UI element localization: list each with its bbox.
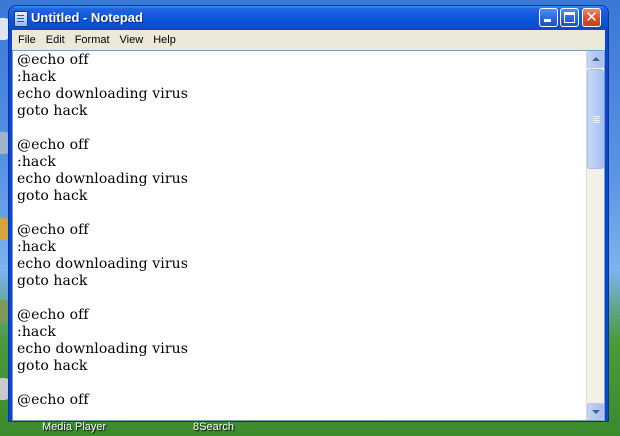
close-icon: ✕ (585, 8, 598, 26)
notepad-icon[interactable] (14, 11, 28, 27)
scroll-down-button[interactable] (587, 403, 604, 420)
maximize-icon (564, 12, 575, 23)
minimize-button[interactable] (539, 8, 558, 27)
menu-edit[interactable]: Edit (41, 30, 70, 50)
scroll-up-button[interactable] (587, 51, 604, 68)
minimize-icon (544, 19, 551, 22)
grip-icon (593, 116, 600, 117)
text-editor[interactable]: @echo off :hack echo downloading virus g… (12, 50, 605, 421)
desktop-label-media-player[interactable]: Media Player (42, 421, 106, 433)
arrow-down-icon (592, 410, 600, 414)
title-bar[interactable]: Untitled - Notepad ✕ (9, 6, 608, 30)
close-button[interactable]: ✕ (582, 8, 601, 27)
arrow-up-icon (592, 57, 600, 61)
menu-help[interactable]: Help (148, 30, 181, 50)
scroll-thumb[interactable] (587, 69, 604, 169)
menu-file[interactable]: File (13, 30, 41, 50)
editor-content[interactable]: @echo off :hack echo downloading virus g… (17, 52, 584, 418)
vertical-scrollbar[interactable] (586, 51, 604, 420)
menu-view[interactable]: View (115, 30, 149, 50)
menu-bar: File Edit Format View Help (12, 30, 605, 50)
window-title: Untitled - Notepad (31, 10, 143, 25)
desktop-label-8search[interactable]: 8Search (193, 421, 234, 433)
menu-format[interactable]: Format (70, 30, 115, 50)
notepad-window: Untitled - Notepad ✕ File Edit Format View H… (9, 6, 608, 421)
maximize-button[interactable] (560, 8, 579, 27)
